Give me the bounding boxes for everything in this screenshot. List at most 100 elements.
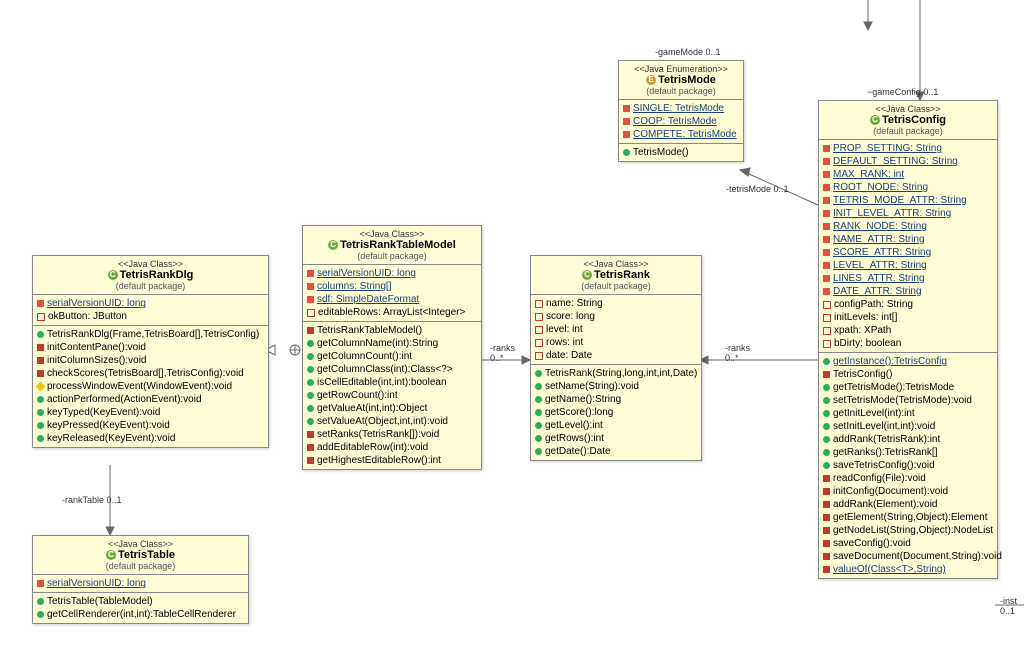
member-icon (307, 379, 314, 386)
member-icon (823, 314, 831, 322)
member-icon (37, 598, 44, 605)
member-icon (307, 283, 314, 290)
member-icon (823, 158, 830, 165)
member-icon (823, 249, 830, 256)
assoc-ranks1: -ranks0..* (490, 343, 515, 363)
member-icon (535, 352, 543, 360)
member-icon (823, 384, 830, 391)
member-icon (307, 444, 314, 451)
member-icon (535, 339, 543, 347)
literal-icon (623, 105, 630, 112)
member-icon (823, 223, 830, 230)
member-icon (823, 171, 830, 178)
class-title: TetrisRankDlg (120, 269, 194, 281)
assoc-gameConfig: ~gameConfig 0..1 (867, 87, 938, 97)
member-icon (37, 300, 44, 307)
member-icon (823, 514, 830, 521)
assoc-tetrisMode: -tetrisMode 0..1 (726, 184, 789, 194)
class-TetrisConfig: <<Java Class>> CTetrisConfig (default pa… (818, 100, 998, 579)
member-icon (823, 275, 830, 282)
member-icon (823, 501, 830, 508)
member-icon (307, 366, 314, 373)
member-icon (823, 488, 830, 495)
member-icon (535, 370, 542, 377)
member-icon (823, 410, 830, 417)
member-icon (37, 331, 44, 338)
member-icon (307, 405, 314, 412)
member-icon (535, 396, 542, 403)
member-icon (535, 383, 542, 390)
class-TetrisMode: <<Java Enumeration>> ETetrisMode (defaul… (618, 60, 744, 162)
assoc-rankTable: -rankTable 0..1 (62, 495, 122, 505)
assoc-gameMode: -gameMode 0..1 (655, 47, 721, 57)
class-icon: C (582, 270, 592, 280)
member-icon (307, 340, 314, 347)
member-icon (823, 436, 830, 443)
member-icon (37, 580, 44, 587)
op-icon (623, 149, 630, 156)
class-title: TetrisConfig (882, 114, 946, 126)
member-icon (307, 392, 314, 399)
member-icon (823, 184, 830, 191)
member-icon (823, 397, 830, 404)
class-icon: C (108, 270, 118, 280)
member-icon (535, 435, 542, 442)
stereotype: <<Java Enumeration>> (625, 64, 737, 74)
member-icon (37, 344, 44, 351)
member-icon (535, 300, 543, 308)
class-title: TetrisMode (658, 74, 716, 86)
member-icon (37, 611, 44, 618)
member-icon (823, 449, 830, 456)
member-icon (823, 262, 830, 269)
member-icon (37, 435, 44, 442)
member-icon (823, 371, 830, 378)
member-icon (307, 457, 314, 464)
class-icon: C (328, 240, 338, 250)
member-icon (307, 296, 314, 303)
member-icon (37, 370, 44, 377)
member-icon (535, 326, 543, 334)
member-icon (823, 145, 830, 152)
class-TetrisRank: <<Java Class>> CTetrisRank (default pack… (530, 255, 702, 461)
member-icon (307, 327, 314, 334)
member-icon (823, 540, 830, 547)
member-icon (823, 358, 830, 365)
member-icon (37, 396, 44, 403)
member-icon (823, 527, 830, 534)
class-title: TetrisTable (118, 549, 175, 561)
member-icon (823, 197, 830, 204)
member-icon (307, 418, 314, 425)
literals: SINGLE: TetrisMode COOP: TetrisMode COMP… (619, 100, 743, 144)
member-icon (307, 309, 315, 317)
member-icon (535, 422, 542, 429)
member-icon (307, 431, 314, 438)
member-icon (37, 422, 44, 429)
member-icon (823, 288, 830, 295)
member-icon (37, 409, 44, 416)
member-icon (535, 313, 543, 321)
member-icon (823, 553, 830, 560)
class-title: TetrisRankTableModel (340, 239, 456, 251)
member-icon (535, 448, 542, 455)
member-icon (307, 270, 314, 277)
member-icon (823, 475, 830, 482)
class-icon: C (870, 115, 880, 125)
member-icon (823, 236, 830, 243)
member-icon (823, 340, 831, 348)
member-icon (823, 423, 830, 430)
member-icon (823, 327, 831, 335)
class-TetrisRankDlg: <<Java Class>> CTetrisRankDlg (default p… (32, 255, 269, 448)
member-icon (823, 210, 830, 217)
member-icon (535, 409, 542, 416)
literal-icon (623, 118, 630, 125)
member-icon (36, 382, 46, 392)
member-icon (37, 313, 45, 321)
class-TetrisRankTableModel: <<Java Class>> CTetrisRankTableModel (de… (302, 225, 482, 470)
assoc-inst: -inst0..1 (1000, 596, 1017, 616)
member-icon (823, 301, 831, 309)
member-icon (307, 353, 314, 360)
member-icon (823, 566, 830, 573)
member-icon (823, 462, 830, 469)
enum-icon: E (646, 75, 656, 85)
class-TetrisTable: <<Java Class>> CTetrisTable (default pac… (32, 535, 249, 624)
